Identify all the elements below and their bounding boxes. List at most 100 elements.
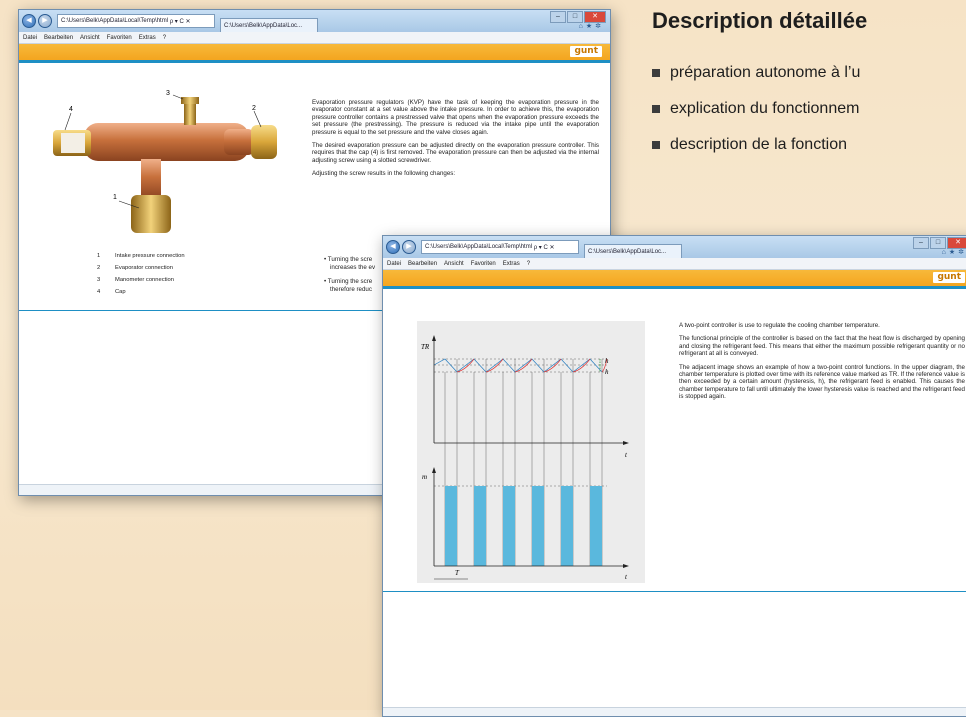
- lower-y-arrow: [432, 467, 436, 473]
- regulator-illustration: 1 2 3 4: [53, 90, 277, 233]
- tab-label: C:\Users\Belk\AppData\Loc...: [588, 248, 667, 255]
- gunt-logo: gunt: [933, 272, 965, 283]
- square-bullet-icon: [652, 141, 660, 149]
- minimize-icon[interactable]: –: [550, 11, 566, 23]
- menu-help[interactable]: ?: [163, 35, 166, 41]
- gear-icon[interactable]: ✲: [595, 23, 604, 30]
- browser-window-controller: ◀ ▶ C:\Users\Belk\AppData\Local\Temp\htm…: [382, 235, 966, 717]
- intake-pipe: [141, 159, 161, 199]
- menu-extras[interactable]: Extras: [139, 35, 156, 41]
- legend-row: 4 Cap: [97, 289, 185, 301]
- refrigerant-pulse-bar: [445, 486, 457, 566]
- feature-text: explication du fonctionnem: [670, 100, 860, 117]
- feature-text: description de la fonction: [670, 136, 847, 153]
- menu-ansicht[interactable]: Ansicht: [444, 261, 464, 267]
- menu-extras[interactable]: Extras: [503, 261, 520, 267]
- address-bar[interactable]: C:\Users\Belk\AppData\Local\Temp\html ρ …: [57, 14, 215, 28]
- address-controls[interactable]: ρ ▾ C ✕: [534, 244, 555, 251]
- refrigerant-pulse-bar: [532, 486, 544, 566]
- forward-icon[interactable]: ▶: [38, 14, 52, 28]
- legend-num: 4: [97, 289, 101, 295]
- adjustment-item: • Turning the scre: [324, 256, 373, 263]
- address-text: C:\Users\Belk\AppData\Local\Temp\html: [425, 244, 533, 250]
- two-point-control-diagram: TR t m t h h T: [417, 321, 645, 583]
- manometer-port-cap: [181, 97, 199, 104]
- adjustment-item: • Turning the scre: [324, 278, 373, 285]
- diagram-marks: [433, 358, 608, 566]
- legend-row: 2 Evaporator connection: [97, 265, 185, 277]
- temperature-drop-line: [433, 358, 603, 373]
- menu-datei[interactable]: Datei: [387, 261, 401, 267]
- upper-y-label: TR: [421, 343, 430, 351]
- menu-datei[interactable]: Datei: [23, 35, 37, 41]
- minimize-icon[interactable]: –: [913, 237, 929, 249]
- gear-icon[interactable]: ✲: [958, 249, 966, 256]
- toolbar-icons: ⌂★✲: [942, 248, 966, 256]
- refrigerant-pulse-bar: [503, 486, 515, 566]
- legend-num: 2: [97, 265, 101, 271]
- part-label-4: 4: [69, 106, 73, 113]
- header-band: gunt: [383, 270, 966, 286]
- page-content: TR t m t h h T A two-point controller is…: [383, 291, 966, 716]
- legend-num: 3: [97, 277, 101, 283]
- legend-label: Cap: [115, 289, 126, 295]
- legend-label: Manometer connection: [115, 277, 174, 283]
- forward-icon[interactable]: ▶: [402, 240, 416, 254]
- lower-x-arrow: [623, 564, 629, 568]
- menu-help[interactable]: ?: [527, 261, 530, 267]
- star-icon[interactable]: ★: [949, 249, 958, 256]
- leader-line-2: [253, 110, 262, 128]
- menu-bearbeiten[interactable]: Bearbeiten: [44, 35, 73, 41]
- paragraph: The functional principle of the controll…: [679, 335, 965, 358]
- upper-x-label: t: [625, 451, 628, 459]
- browser-tab[interactable]: C:\Users\Belk\AppData\Loc...: [220, 18, 318, 32]
- adjustment-item: increases the ev: [330, 264, 376, 271]
- legend-label: Evaporator connection: [115, 265, 174, 271]
- upper-y-arrow: [432, 335, 436, 341]
- menu-bearbeiten[interactable]: Bearbeiten: [408, 261, 437, 267]
- home-icon[interactable]: ⌂: [942, 249, 949, 256]
- toolbar-icons: ⌂★✲: [579, 22, 604, 30]
- address-text: C:\Users\Belk\AppData\Local\Temp\html: [61, 18, 169, 24]
- gunt-logo: gunt: [570, 46, 602, 57]
- content-divider: [383, 591, 966, 592]
- paragraph: Evaporation pressure regulators (KVP) ha…: [312, 99, 599, 136]
- browser-titlebar: ◀ ▶ C:\Users\Belk\AppData\Local\Temp\htm…: [383, 236, 966, 258]
- back-icon[interactable]: ◀: [386, 240, 400, 254]
- paragraph: A two-point controller is use to regulat…: [679, 322, 880, 329]
- feature-item: préparation autonome à l’u: [652, 62, 966, 84]
- legend-label: Intake pressure connection: [115, 253, 185, 259]
- menu-ansicht[interactable]: Ansicht: [80, 35, 100, 41]
- browser-tab[interactable]: C:\Users\Belk\AppData\Loc...: [584, 244, 682, 258]
- header-band: gunt: [19, 44, 610, 60]
- refrigerant-pulse-bar: [561, 486, 573, 566]
- address-controls[interactable]: ρ ▾ C ✕: [170, 18, 191, 25]
- paragraph: Adjusting the screw results in the follo…: [312, 170, 456, 178]
- part-label-2: 2: [252, 105, 256, 112]
- upper-x-arrow: [623, 441, 629, 445]
- menu-favoriten[interactable]: Favoriten: [471, 261, 496, 267]
- adjustment-item: therefore reduc: [330, 286, 372, 293]
- lower-x-label: t: [625, 573, 628, 581]
- star-icon[interactable]: ★: [586, 23, 595, 30]
- back-icon[interactable]: ◀: [22, 14, 36, 28]
- square-bullet-icon: [652, 69, 660, 77]
- manometer-port: [184, 101, 196, 125]
- legend-num: 1: [97, 253, 101, 259]
- hysteresis-label-lower: h: [605, 368, 609, 376]
- header-stripe: [19, 60, 610, 63]
- page-heading: Description détaillée: [652, 8, 868, 33]
- address-bar[interactable]: C:\Users\Belk\AppData\Local\Temp\html ρ …: [421, 240, 579, 254]
- tab-label: C:\Users\Belk\AppData\Loc...: [224, 22, 303, 29]
- feature-item: description de la fonction: [652, 134, 966, 156]
- square-bullet-icon: [652, 105, 660, 113]
- feature-list: préparation autonome à l’u explication d…: [652, 62, 966, 170]
- evaporator-nut: [251, 125, 277, 159]
- regulator-description: Evaporation pressure regulators (KVP) ha…: [312, 99, 599, 184]
- status-bar: [383, 707, 966, 716]
- controller-description: A two-point controller is use to regulat…: [679, 322, 965, 407]
- lower-y-label: m: [422, 473, 427, 481]
- home-icon[interactable]: ⌂: [579, 23, 586, 30]
- menu-favoriten[interactable]: Favoriten: [107, 35, 132, 41]
- hysteresis-label-upper: h: [605, 357, 609, 365]
